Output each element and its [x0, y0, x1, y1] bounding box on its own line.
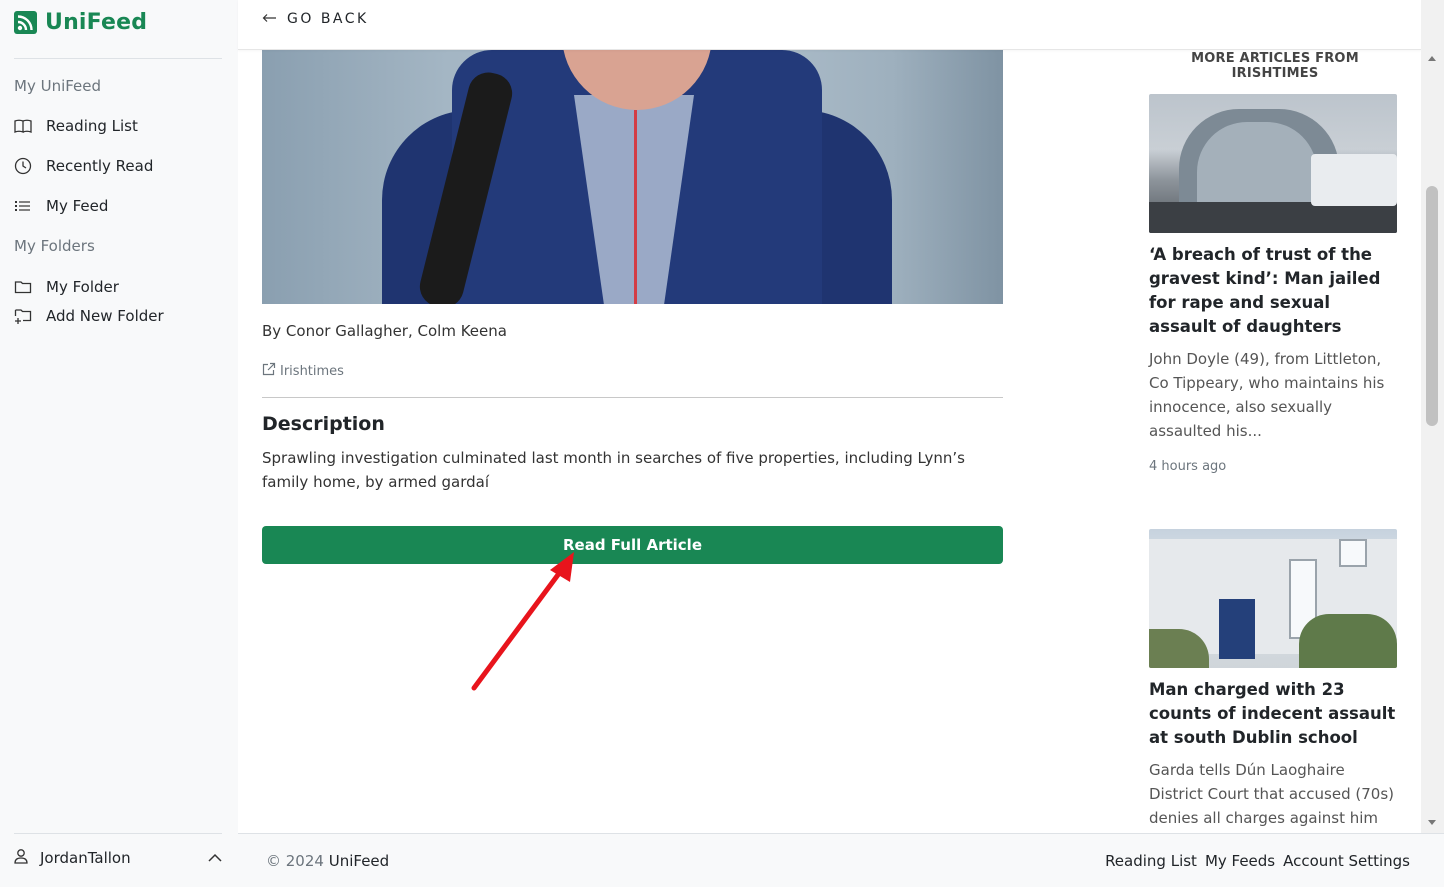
sidebar-item-label: Add New Folder	[46, 307, 164, 325]
article-thumbnail	[1149, 94, 1397, 233]
scroll-down-icon[interactable]	[1428, 820, 1436, 825]
top-bar: GO BACK	[238, 0, 1421, 50]
description-text: Sprawling investigation culminated last …	[262, 449, 965, 491]
sidebar-item-label: Reading List	[46, 117, 138, 135]
sidebar-item-reading-list[interactable]: Reading List	[14, 117, 138, 135]
more-articles-heading: MORE ARTICLES FROM IRISHTIMES	[1191, 51, 1359, 81]
read-full-article-button[interactable]: Read Full Article	[262, 526, 1003, 564]
footer-link-my-feeds[interactable]: My Feeds	[1205, 852, 1275, 870]
copyright: © 2024 UniFeed	[266, 852, 389, 870]
copyright-year: © 2024	[266, 852, 324, 870]
source-link[interactable]: Irishtimes	[262, 362, 344, 380]
rss-icon	[14, 11, 37, 34]
annotation-arrow	[471, 552, 574, 691]
footer-link-account-settings[interactable]: Account Settings	[1283, 852, 1410, 870]
footer-brand: UniFeed	[328, 852, 390, 870]
footer-link-reading-list[interactable]: Reading List	[1105, 852, 1197, 870]
book-icon	[14, 117, 32, 135]
description-heading: Description	[262, 413, 385, 435]
sidebar-item-label: My Folder	[46, 278, 119, 296]
card-timestamp: 4 hours ago	[1149, 459, 1227, 474]
sidebar-item-recently-read[interactable]: Recently Read	[14, 157, 153, 175]
external-link-icon	[262, 362, 276, 380]
folder-plus-icon	[14, 307, 32, 325]
brand[interactable]: UniFeed	[14, 10, 147, 35]
folder-icon	[14, 278, 32, 296]
article-byline: By Conor Gallagher, Colm Keena	[262, 322, 507, 340]
scrollbar[interactable]	[1421, 0, 1444, 833]
arrow-left-icon	[262, 11, 277, 27]
go-back-label: GO BACK	[287, 11, 369, 27]
scrollbar-thumb[interactable]	[1426, 186, 1438, 426]
person-icon	[14, 848, 28, 868]
sidebar-divider	[14, 833, 222, 834]
card-title: ‘A breach of trust of the gravest kind’:…	[1149, 245, 1381, 336]
clock-icon	[14, 157, 32, 175]
sidebar-item-label: My Feed	[46, 197, 109, 215]
sidebar-item-my-folder[interactable]: My Folder	[14, 278, 119, 296]
sidebar-item-label: Recently Read	[46, 157, 154, 175]
user-menu[interactable]: JordanTallon	[14, 848, 222, 868]
divider	[262, 397, 1003, 398]
source-label: Irishtimes	[280, 363, 344, 379]
go-back-button[interactable]: GO BACK	[262, 11, 369, 27]
card-description: Garda tells Dún Laoghaire District Court…	[1149, 761, 1394, 827]
card-title: Man charged with 23 counts of indecent a…	[1149, 680, 1396, 747]
sidebar: UniFeed My UniFeed Reading List Recently…	[0, 0, 238, 887]
chevron-up-icon[interactable]	[208, 849, 222, 867]
related-article-card[interactable]: Man charged with 23 counts of indecent a…	[1149, 529, 1397, 830]
scroll-up-icon[interactable]	[1428, 56, 1436, 61]
username: JordanTallon	[40, 849, 131, 867]
sidebar-item-add-folder[interactable]: Add New Folder	[14, 307, 164, 325]
sidebar-item-my-feed[interactable]: My Feed	[14, 197, 108, 215]
related-article-card[interactable]: ‘A breach of trust of the gravest kind’:…	[1149, 94, 1397, 474]
sidebar-divider	[14, 58, 222, 59]
brand-name: UniFeed	[45, 10, 148, 35]
article-thumbnail	[1149, 529, 1397, 668]
section-my-unifeed: My UniFeed	[14, 77, 102, 95]
card-description: John Doyle (49), from Littleton, Co Tipp…	[1149, 350, 1385, 440]
footer-links: Reading List My Feeds Account Settings	[1105, 852, 1410, 870]
section-my-folders: My Folders	[14, 237, 95, 255]
list-icon	[14, 197, 32, 215]
footer: © 2024 UniFeed Reading List My Feeds Acc…	[238, 833, 1444, 887]
article-image	[262, 50, 1003, 304]
